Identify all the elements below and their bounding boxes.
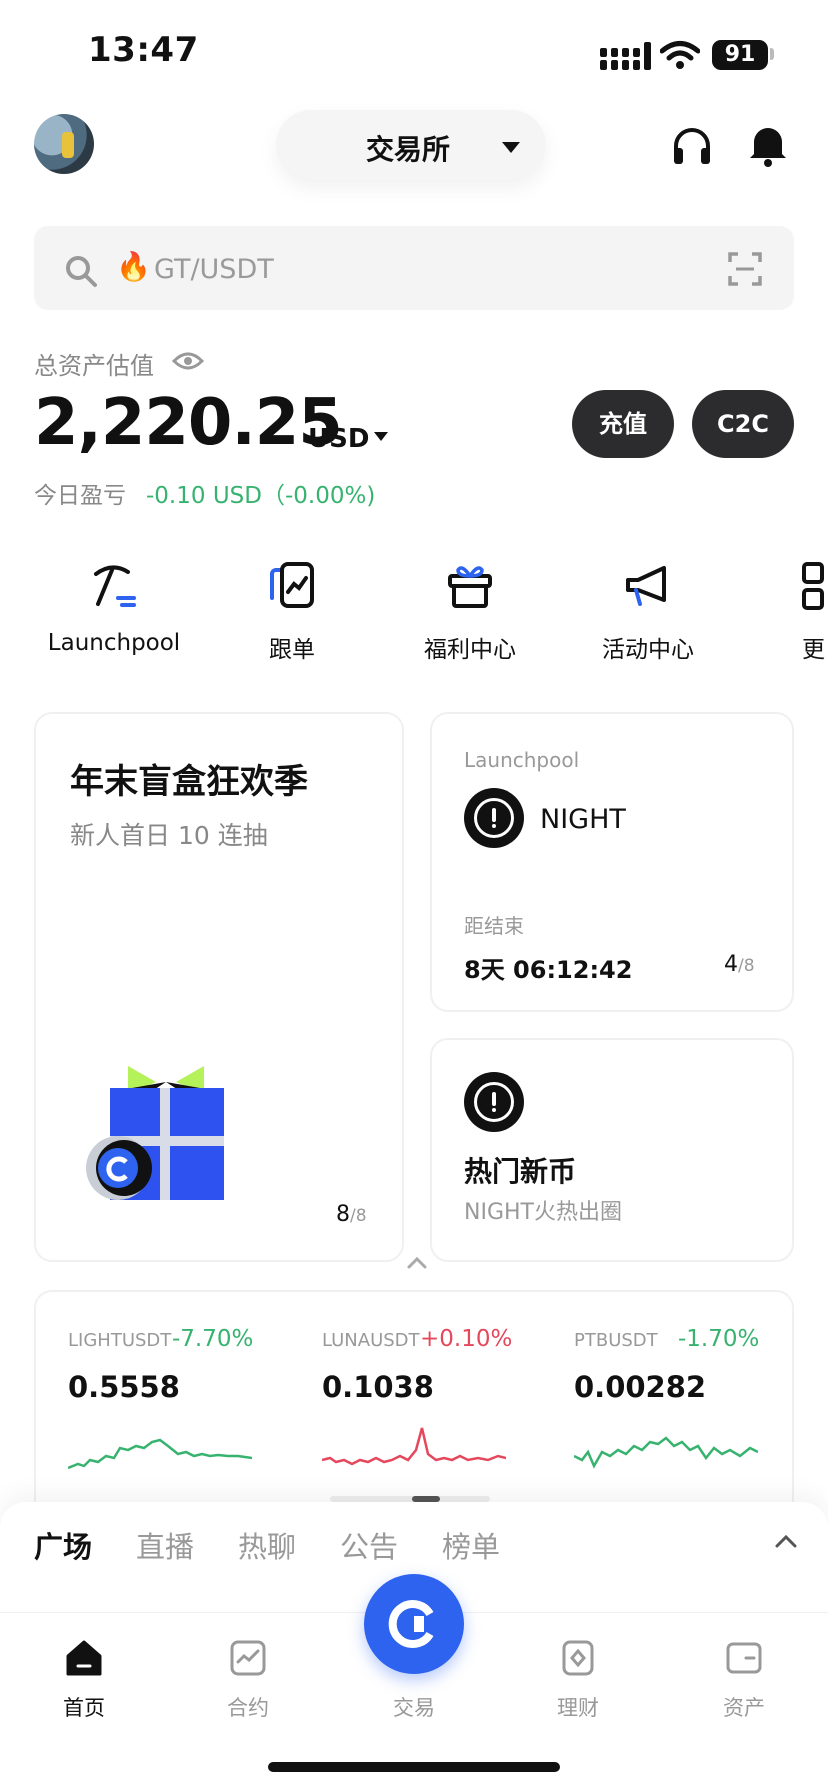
launchpool-coin-name: NIGHT (540, 804, 626, 835)
sparkline-chart (574, 1436, 758, 1469)
ticker-symbol: PTBUSDT (574, 1330, 658, 1351)
coin-dot (492, 1108, 496, 1112)
tab-hot-chat[interactable]: 热聊 (238, 1524, 296, 1566)
promo-pagination: 8/8 (336, 1202, 367, 1227)
ticker-change: -7.70% (172, 1326, 254, 1352)
signal-icon (600, 42, 651, 70)
today-pnl-label: 今日盈亏 (34, 483, 126, 509)
chevron-down-icon (374, 432, 388, 441)
coin-mark (492, 808, 496, 822)
coin-dot (492, 824, 496, 828)
total-assets-label: 总资产估值 (34, 352, 154, 380)
shortcut-launchpool[interactable]: Launchpool (34, 630, 194, 656)
tab-live[interactable]: 直播 (136, 1524, 194, 1566)
coin-mark (492, 1092, 496, 1106)
fire-icon: 🔥 (116, 250, 151, 283)
avatar-figure (62, 132, 74, 158)
promo-title: 年末盲盒狂欢季 (70, 762, 308, 802)
chevron-up-icon[interactable] (406, 1252, 428, 1274)
launchpool-label: Launchpool (464, 748, 580, 772)
lp-page-total: /8 (738, 956, 755, 976)
bell-icon[interactable] (748, 122, 788, 168)
exchange-label: 交易所 (366, 133, 451, 166)
tab-announcements[interactable]: 公告 (340, 1524, 398, 1566)
headset-icon[interactable] (670, 124, 714, 168)
deposit-button[interactable]: 充值 (572, 390, 674, 458)
megaphone-icon[interactable] (622, 560, 674, 612)
earn-icon[interactable] (558, 1638, 598, 1678)
ticker-price: 0.5558 (68, 1370, 180, 1404)
sparkline-chart (68, 1438, 252, 1470)
lp-page-current: 4 (724, 952, 738, 977)
more-grid-icon[interactable] (800, 560, 828, 612)
total-assets-value: 2,220.25 (34, 386, 343, 460)
wallet-icon[interactable] (724, 1638, 764, 1678)
chevron-up-icon[interactable] (774, 1530, 798, 1554)
hot-coin-title: 热门新币 (464, 1155, 577, 1188)
night-coin-icon (464, 1072, 524, 1132)
pickaxe-icon[interactable] (88, 560, 140, 612)
search-icon (66, 256, 97, 287)
launchpool-pagination: 4/8 (724, 952, 755, 977)
nav-assets[interactable]: 资产 (694, 1692, 794, 1722)
home-indicator (268, 1762, 560, 1772)
shortcut-events[interactable]: 活动中心 (588, 630, 708, 664)
nav-futures[interactable]: 合约 (198, 1692, 298, 1722)
promo-subtitle: 新人首日 10 连抽 (70, 821, 268, 850)
home-icon[interactable] (64, 1638, 104, 1678)
night-coin-icon (464, 788, 524, 848)
nav-trade[interactable]: 交易 (364, 1692, 464, 1722)
nav-earn[interactable]: 理财 (528, 1692, 628, 1722)
tab-square[interactable]: 广场 (34, 1524, 92, 1566)
shortcut-copy-trade[interactable]: 跟单 (242, 630, 342, 664)
c2c-button[interactable]: C2C (692, 390, 794, 458)
ticker-change: +0.10% (420, 1326, 513, 1352)
nav-home[interactable]: 首页 (34, 1692, 134, 1722)
gate-logo-icon (388, 1600, 434, 1648)
ticker-symbol: LIGHTUSDT (68, 1330, 172, 1351)
gift-box-illustration (86, 1066, 224, 1200)
ticker-change: -1.70% (678, 1326, 760, 1352)
status-time: 13:47 (88, 30, 199, 70)
tab-leaderboard[interactable]: 榜单 (442, 1524, 500, 1566)
shortcut-rewards[interactable]: 福利中心 (410, 630, 530, 664)
ticker-symbol: LUNAUSDT (322, 1330, 420, 1351)
hot-coin-subtitle: NIGHT火热出圈 (464, 1200, 622, 1225)
eye-icon[interactable] (172, 350, 204, 372)
market-ticker-card[interactable] (34, 1290, 794, 1520)
sparkline-chart (322, 1427, 506, 1466)
scan-icon[interactable] (728, 252, 762, 286)
search-placeholder: GT/USDT (154, 254, 274, 285)
today-pnl-value: -0.10 USD（-0.00%) (146, 483, 376, 509)
trade-button[interactable] (364, 1574, 464, 1674)
chevron-down-icon (502, 142, 520, 153)
promo-page-total: /8 (350, 1206, 367, 1226)
promo-page-current: 8 (336, 1202, 350, 1227)
battery-indicator: 91 (712, 40, 768, 70)
battery-tip (770, 48, 774, 60)
currency-unit[interactable]: USD (308, 424, 369, 454)
shortcut-more[interactable]: 更 (802, 630, 828, 664)
wifi-icon (660, 41, 700, 69)
gift-icon[interactable] (444, 560, 496, 612)
avatar[interactable] (34, 114, 94, 174)
countdown-label: 距结束 (464, 914, 524, 938)
ticker-price: 0.00282 (574, 1370, 707, 1404)
ticker-price: 0.1038 (322, 1370, 434, 1404)
futures-icon[interactable] (228, 1638, 268, 1678)
copy-trade-icon[interactable] (266, 560, 318, 612)
countdown-value: 8天 06:12:42 (464, 956, 633, 984)
